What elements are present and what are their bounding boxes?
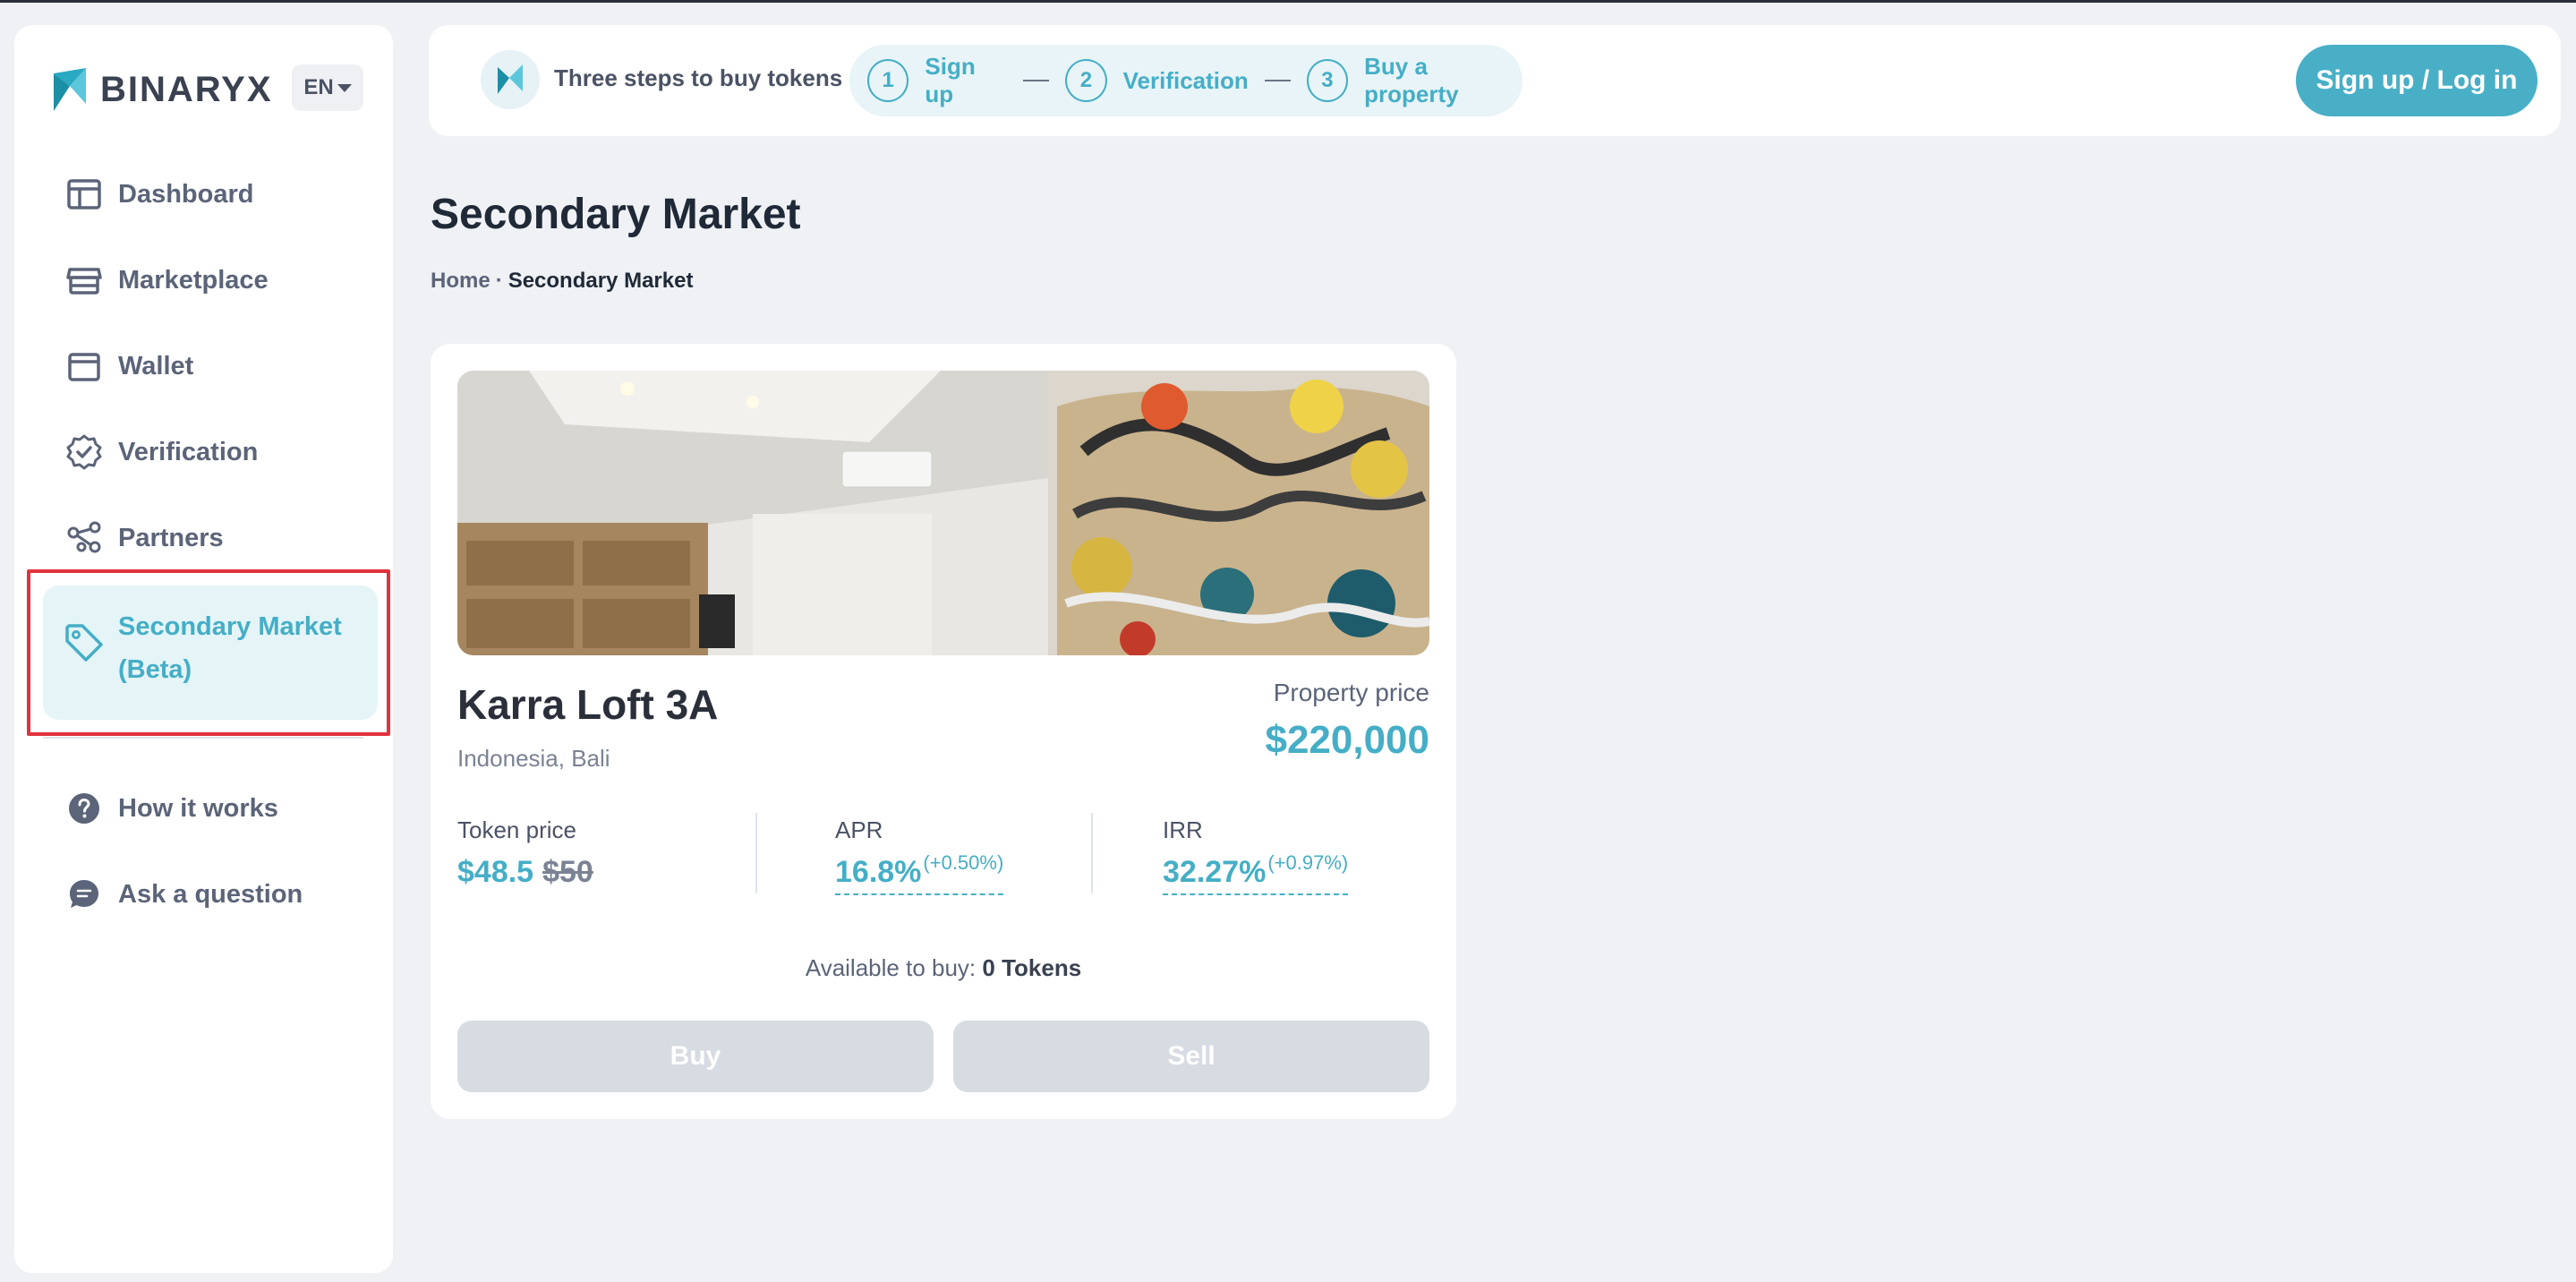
top-bar: Three steps to buy tokens 1 Sign up 2 Ve…	[429, 25, 2561, 136]
language-selector[interactable]: EN	[292, 64, 363, 111]
sidebar-item-label: Dashboard	[118, 179, 254, 209]
available-value: 0 Tokens	[982, 954, 1082, 981]
breadcrumb-current: Secondary Market	[508, 269, 694, 293]
apr-delta: (+0.50%)	[923, 851, 1004, 874]
language-label: EN	[303, 75, 334, 99]
window-top-border	[0, 0, 2576, 3]
irr-delta: (+0.97%)	[1267, 851, 1349, 874]
sidebar-item-wallet[interactable]: Wallet	[50, 335, 381, 397]
available-to-buy: Available to buy: 0 Tokens	[431, 954, 1456, 982]
token-price-old: $50	[542, 855, 593, 889]
share-network-icon	[64, 518, 104, 558]
step-number: 1	[867, 59, 909, 102]
question-icon	[64, 789, 104, 828]
apr-tooltip-trigger[interactable]: 16.8% (+0.50%)	[835, 851, 1004, 895]
sidebar-item-ask-question[interactable]: Ask a question	[50, 863, 381, 926]
sidebar-item-label: Verification	[118, 437, 259, 466]
sidebar-item-verification[interactable]: Verification	[50, 421, 381, 483]
irr-stat: IRR 32.27% (+0.97%)	[1163, 816, 1349, 895]
breadcrumb-separator: ·	[495, 269, 503, 293]
sign-up-login-button[interactable]: Sign up / Log in	[2296, 45, 2538, 116]
wallet-icon	[64, 346, 104, 386]
irr-label: IRR	[1163, 816, 1203, 843]
property-location: Indonesia, Bali	[457, 745, 610, 772]
highlight-box	[27, 569, 390, 736]
breadcrumb: Home · Secondary Market	[431, 269, 693, 294]
property-price: $220,000	[1265, 718, 1429, 762]
step-connector	[1264, 80, 1291, 81]
page-title: Secondary Market	[431, 191, 801, 238]
steps-logo-icon	[481, 50, 540, 109]
stat-divider	[1091, 813, 1093, 893]
step-number: 3	[1306, 59, 1349, 102]
irr-value: 32.27%	[1163, 855, 1267, 889]
dashboard-icon	[64, 175, 104, 214]
brand-logo[interactable]: BINARYX	[50, 61, 273, 118]
property-name[interactable]: Karra Loft 3A	[457, 680, 718, 729]
token-price-value: $48.5	[457, 855, 534, 889]
apr-stat: APR 16.8% (+0.50%)	[835, 816, 1004, 895]
buy-button[interactable]: Buy	[457, 1021, 934, 1092]
step-buy-property[interactable]: Buy a property	[1364, 53, 1523, 108]
sidebar-item-dashboard[interactable]: Dashboard	[50, 163, 381, 226]
token-price-label: Token price	[457, 816, 576, 843]
sidebar-item-label: Ask a question	[118, 879, 303, 909]
sidebar-item-label: Partners	[118, 523, 224, 552]
breadcrumb-home[interactable]: Home	[431, 269, 490, 294]
step-number: 2	[1065, 59, 1107, 102]
property-price-label: Property price	[1273, 679, 1429, 706]
stat-divider	[755, 813, 757, 893]
sidebar-item-partners[interactable]: Partners	[50, 507, 381, 569]
step-connector	[1023, 80, 1050, 81]
sell-button[interactable]: Sell	[953, 1021, 1429, 1092]
step-verification[interactable]: Verification	[1123, 67, 1249, 95]
store-icon	[64, 261, 104, 300]
sidebar-item-label: How it works	[118, 793, 278, 823]
sidebar-divider	[43, 737, 363, 739]
binaryx-logo-icon	[54, 68, 86, 111]
sidebar: BINARYX EN Dashboard Marketplace Wallet …	[14, 25, 393, 1273]
property-image[interactable]	[457, 371, 1429, 655]
sidebar-item-label: Marketplace	[118, 265, 269, 295]
brand-name: BINARYX	[100, 69, 273, 109]
available-label: Available to buy:	[805, 954, 977, 981]
property-card: Karra Loft 3A Indonesia, Bali Property p…	[431, 344, 1456, 1119]
irr-tooltip-trigger[interactable]: 32.27% (+0.97%)	[1163, 851, 1349, 895]
steps-title: Three steps to buy tokens	[554, 64, 843, 91]
apr-label: APR	[835, 816, 883, 843]
chat-bubble-icon	[64, 875, 104, 914]
step-sign-up[interactable]: Sign up	[925, 53, 1007, 108]
sidebar-item-label: Wallet	[118, 351, 194, 380]
chevron-down-icon	[337, 83, 352, 92]
steps-progress: 1 Sign up 2 Verification 3 Buy a propert…	[849, 45, 1523, 116]
verified-badge-icon	[64, 432, 104, 472]
token-price-stat: Token price $48.5 $50	[457, 816, 593, 890]
sidebar-item-how-it-works[interactable]: How it works	[50, 777, 381, 840]
apr-value: 16.8%	[835, 855, 922, 889]
sidebar-item-marketplace[interactable]: Marketplace	[50, 249, 381, 312]
